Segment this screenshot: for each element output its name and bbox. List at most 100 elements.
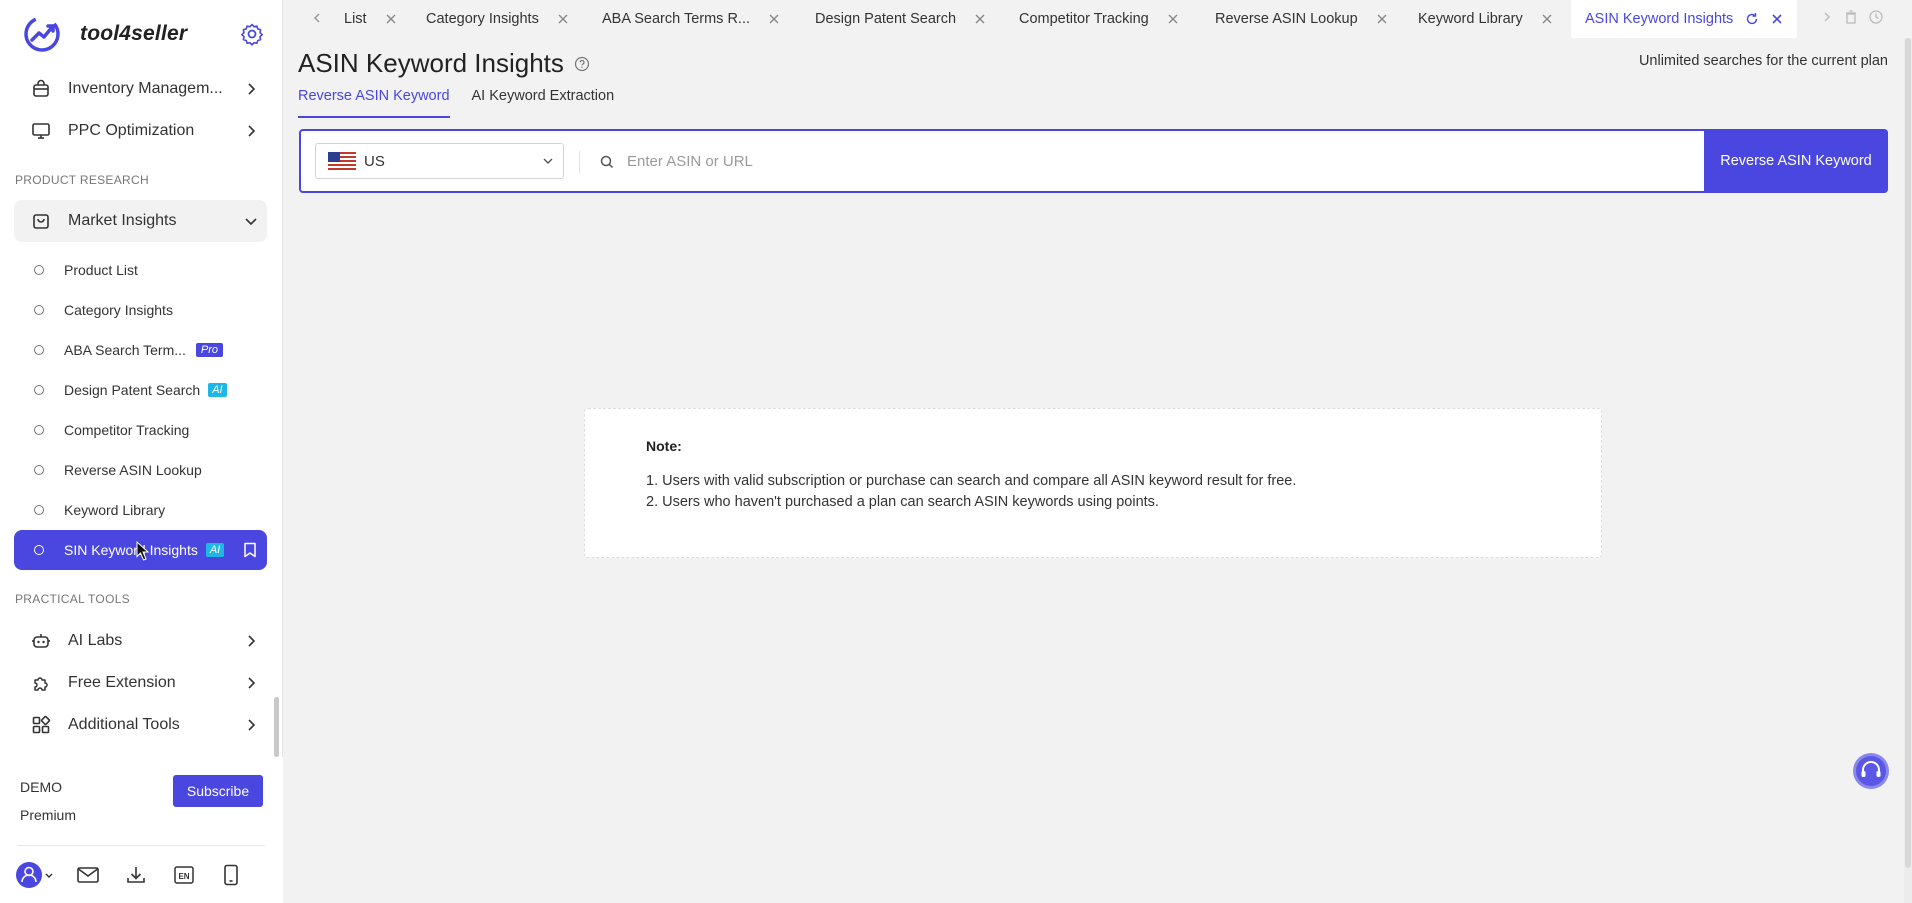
sidebar-item-label: SIN Keyword Insights bbox=[64, 542, 198, 558]
nav-bottom: AI Labs Free Extension Additional Tools bbox=[14, 620, 267, 746]
chevron-right-icon bbox=[248, 125, 256, 137]
circle-icon bbox=[34, 545, 44, 555]
chevron-down-icon bbox=[245, 218, 257, 226]
sidebar-item-label: Product List bbox=[64, 262, 138, 278]
sidebar-item-label: Design Patent Search bbox=[64, 382, 201, 398]
circle-icon bbox=[34, 505, 44, 515]
market-insights-submenu: Product List Category Insights ABA Searc… bbox=[14, 250, 267, 570]
tab-design-patent-search[interactable]: Design Patent Search bbox=[815, 0, 986, 38]
page-scrollbar[interactable] bbox=[1904, 38, 1912, 903]
sidebar-item-label: AI Labs bbox=[68, 632, 123, 649]
ai-badge: AI bbox=[205, 543, 225, 557]
plan-limit-note: Unlimited searches for the current plan bbox=[1638, 53, 1888, 69]
shopping-bag-icon bbox=[30, 210, 52, 232]
circle-icon bbox=[34, 345, 44, 355]
sidebar-item-label: Reverse ASIN Lookup bbox=[64, 462, 202, 478]
sidebar-item-aba-search-terms[interactable]: ABA Search Term... Pro bbox=[14, 330, 267, 370]
puzzle-icon bbox=[30, 672, 52, 694]
app-name: tool4seller bbox=[80, 22, 188, 45]
sidebar-item-label: Additional Tools bbox=[68, 716, 180, 733]
sidebar-item-ppc[interactable]: PPC Optimization bbox=[14, 110, 267, 152]
page-title-text: ASIN Keyword Insights bbox=[298, 48, 564, 78]
refresh-icon[interactable] bbox=[1745, 12, 1759, 26]
inventory-icon bbox=[30, 78, 52, 100]
sidebar-item-product-list[interactable]: Product List bbox=[14, 250, 267, 290]
divider bbox=[18, 845, 265, 846]
sidebar-item-label: Market Insights bbox=[68, 212, 177, 229]
close-icon[interactable] bbox=[768, 13, 780, 25]
chevron-right-icon bbox=[248, 635, 256, 647]
customer-support-icon[interactable] bbox=[1852, 752, 1890, 790]
search-bar: US Reverse ASIN Keyword bbox=[299, 129, 1888, 193]
search-icon bbox=[600, 155, 614, 169]
account-name: DEMO bbox=[20, 779, 62, 795]
us-flag-icon bbox=[328, 152, 356, 170]
bookmark-icon[interactable] bbox=[243, 542, 257, 558]
tab-scroll-right-icon[interactable] bbox=[1820, 9, 1834, 25]
subtabs: Reverse ASIN Keyword AI Keyword Extracti… bbox=[298, 88, 614, 118]
scrollbar-thumb[interactable] bbox=[1905, 38, 1911, 868]
robot-icon bbox=[30, 630, 52, 652]
sidebar-item-ai-labs[interactable]: AI Labs bbox=[14, 620, 267, 662]
tab-reverse-asin-keyword[interactable]: Reverse ASIN Keyword bbox=[298, 88, 450, 118]
country-select[interactable]: US bbox=[315, 143, 564, 179]
main-content: ASIN Keyword Insights Unlimited searches… bbox=[284, 38, 1912, 903]
sidebar-item-category-insights[interactable]: Category Insights bbox=[14, 290, 267, 330]
reverse-asin-keyword-button[interactable]: Reverse ASIN Keyword bbox=[1704, 129, 1888, 193]
close-icon[interactable] bbox=[385, 13, 397, 25]
language-en-icon[interactable]: EN bbox=[169, 860, 199, 890]
section-label-practical-tools: PRACTICAL TOOLS bbox=[15, 592, 130, 606]
tab-aba-search-terms[interactable]: ABA Search Terms R... bbox=[602, 0, 780, 38]
gear-icon[interactable] bbox=[240, 22, 264, 46]
tab-keyword-library[interactable]: Keyword Library bbox=[1418, 0, 1553, 38]
footer-toolbar: EN bbox=[14, 860, 264, 890]
close-icon[interactable] bbox=[1541, 13, 1553, 25]
tab-competitor-tracking[interactable]: Competitor Tracking bbox=[1019, 0, 1179, 38]
close-icon[interactable] bbox=[1771, 13, 1783, 25]
grid-icon bbox=[30, 714, 52, 736]
history-icon[interactable] bbox=[1868, 9, 1884, 25]
sidebar-item-design-patent-search[interactable]: Design Patent Search AI bbox=[14, 370, 267, 410]
sidebar-item-keyword-library[interactable]: Keyword Library bbox=[14, 490, 267, 530]
mobile-icon[interactable] bbox=[216, 860, 246, 890]
trash-icon[interactable] bbox=[1844, 9, 1858, 25]
download-icon[interactable] bbox=[121, 860, 151, 890]
sidebar-item-additional-tools[interactable]: Additional Tools bbox=[14, 704, 267, 746]
circle-icon bbox=[34, 385, 44, 395]
sidebar-item-reverse-asin-lookup[interactable]: Reverse ASIN Lookup bbox=[14, 450, 267, 490]
tab-label: ASIN Keyword Insights bbox=[1585, 11, 1734, 27]
mail-icon[interactable] bbox=[73, 860, 103, 890]
subscribe-button[interactable]: Subscribe bbox=[173, 775, 263, 807]
note-title: Note: bbox=[646, 438, 682, 454]
svg-text:EN: EN bbox=[178, 872, 189, 881]
sidebar-scrollbar[interactable] bbox=[274, 697, 279, 757]
tab-list[interactable]: List bbox=[344, 0, 397, 38]
pro-badge: Pro bbox=[195, 343, 224, 357]
chevron-down-icon bbox=[543, 158, 553, 164]
tab-reverse-asin-lookup[interactable]: Reverse ASIN Lookup bbox=[1215, 0, 1388, 38]
sidebar-item-label: Category Insights bbox=[64, 302, 173, 318]
mouse-cursor-icon bbox=[136, 541, 150, 561]
sidebar-item-free-extension[interactable]: Free Extension bbox=[14, 662, 267, 704]
sidebar-item-competitor-tracking[interactable]: Competitor Tracking bbox=[14, 410, 267, 450]
close-icon[interactable] bbox=[1167, 13, 1179, 25]
tab-ai-keyword-extraction[interactable]: AI Keyword Extraction bbox=[472, 88, 615, 118]
close-icon[interactable] bbox=[1376, 13, 1388, 25]
close-icon[interactable] bbox=[557, 13, 569, 25]
tab-label: Category Insights bbox=[426, 11, 539, 27]
page-title: ASIN Keyword Insights bbox=[298, 48, 590, 79]
sidebar-item-label: ABA Search Term... bbox=[64, 342, 186, 358]
chevron-right-icon bbox=[248, 677, 256, 689]
user-icon[interactable] bbox=[14, 860, 55, 890]
close-icon[interactable] bbox=[974, 13, 986, 25]
logo[interactable]: tool4seller bbox=[22, 14, 272, 54]
chevron-right-icon bbox=[248, 719, 256, 731]
tab-asin-keyword-insights[interactable]: ASIN Keyword Insights bbox=[1571, 0, 1798, 38]
sidebar-item-inventory[interactable]: Inventory Managem... bbox=[14, 68, 267, 110]
tab-scroll-left-icon[interactable] bbox=[310, 10, 324, 26]
note-line: 2. Users who haven't purchased a plan ca… bbox=[646, 494, 1159, 510]
tab-category-insights[interactable]: Category Insights bbox=[426, 0, 569, 38]
sidebar-item-market-insights[interactable]: Market Insights bbox=[14, 200, 267, 242]
help-icon[interactable] bbox=[574, 56, 590, 72]
asin-input[interactable] bbox=[627, 145, 1627, 177]
